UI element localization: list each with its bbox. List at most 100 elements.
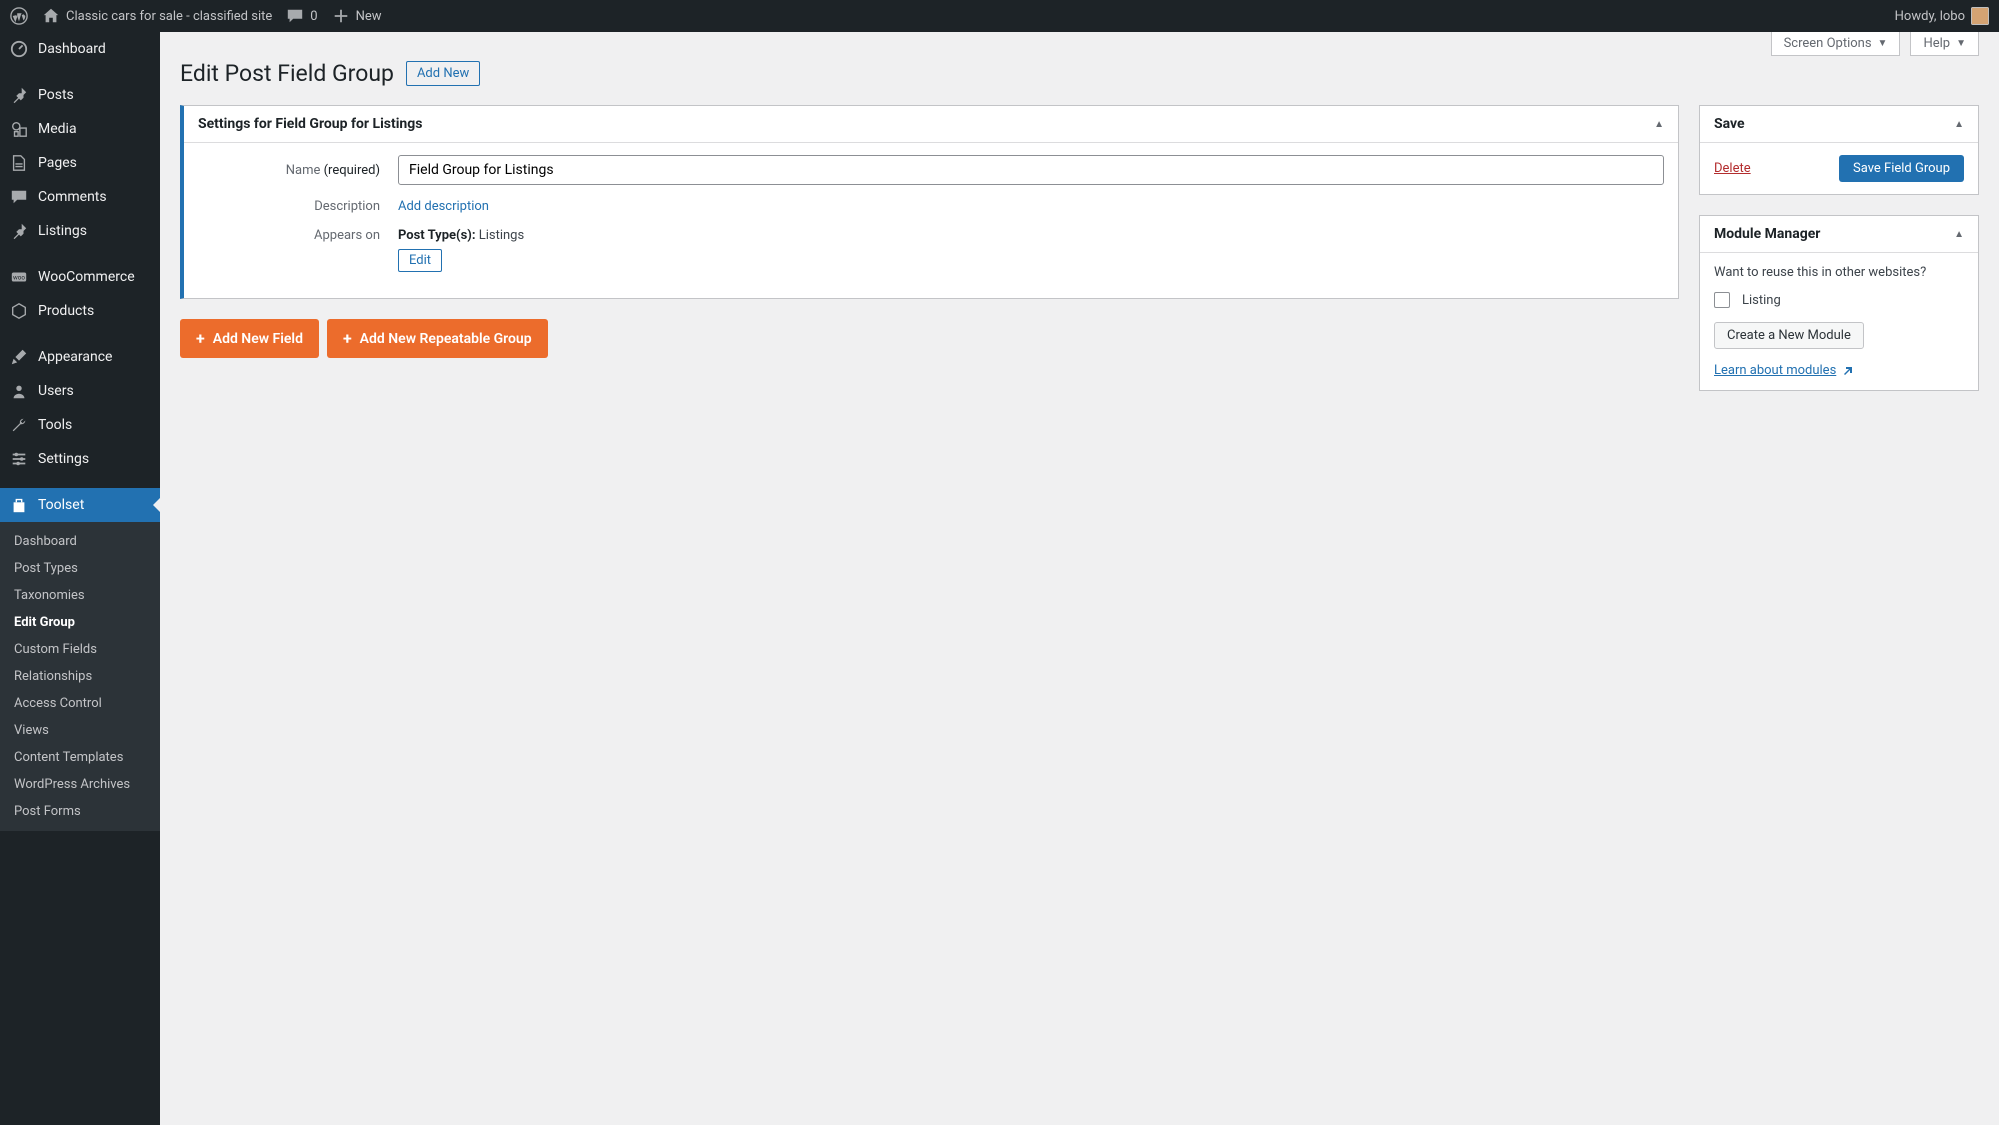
submenu-post-forms[interactable]: Post Forms	[0, 798, 160, 825]
new-label: New	[356, 9, 382, 24]
menu-label: Pages	[38, 155, 77, 171]
site-link[interactable]: Classic cars for sale - classified site	[42, 7, 272, 25]
woo-icon: woo	[10, 268, 28, 286]
add-new-button[interactable]: Add New	[406, 61, 480, 86]
wordpress-logo-icon[interactable]	[10, 7, 28, 25]
edit-appears-button[interactable]: Edit	[398, 249, 442, 272]
tab-label: Screen Options	[1784, 36, 1872, 51]
submenu-custom-fields[interactable]: Custom Fields	[0, 636, 160, 663]
menu-label: Posts	[38, 87, 74, 103]
toolset-submenu: Dashboard Post Types Taxonomies Edit Gro…	[0, 522, 160, 831]
name-input[interactable]	[398, 155, 1664, 185]
menu-products[interactable]: Products	[0, 294, 160, 328]
menu-posts[interactable]: Posts	[0, 78, 160, 112]
pin-icon	[10, 222, 28, 240]
menu-toolset[interactable]: Toolset	[0, 488, 160, 522]
settings-panel-header[interactable]: Settings for Field Group for Listings ▲	[184, 106, 1678, 143]
plus-icon: +	[343, 329, 352, 348]
add-description-link[interactable]: Add description	[398, 199, 489, 214]
top-tabs: Screen Options ▼ Help ▼	[1771, 32, 1979, 56]
admin-bar: Classic cars for sale - classified site …	[0, 0, 1999, 32]
comment-icon	[286, 7, 304, 25]
toolset-icon	[10, 496, 28, 514]
submenu-dashboard[interactable]: Dashboard	[0, 528, 160, 555]
save-field-group-button[interactable]: Save Field Group	[1839, 155, 1964, 182]
create-module-button[interactable]: Create a New Module	[1714, 322, 1864, 349]
add-new-field-button[interactable]: + Add New Field	[180, 319, 319, 358]
menu-label: Appearance	[38, 349, 112, 365]
admin-sidebar: Dashboard Posts Media Pages Comments Lis…	[0, 32, 160, 1125]
submenu-taxonomies[interactable]: Taxonomies	[0, 582, 160, 609]
post-types-value: Listings	[479, 228, 524, 243]
comments-link[interactable]: 0	[286, 7, 317, 25]
menu-label: Comments	[38, 189, 107, 205]
menu-dashboard[interactable]: Dashboard	[0, 32, 160, 66]
menu-woocommerce[interactable]: woo WooCommerce	[0, 260, 160, 294]
submenu-wp-archives[interactable]: WordPress Archives	[0, 771, 160, 798]
page-title: Edit Post Field Group Add New	[180, 60, 1979, 87]
menu-label: Products	[38, 303, 94, 319]
learn-about-modules-link[interactable]: Learn about modules	[1714, 363, 1854, 378]
chevron-down-icon: ▼	[1956, 38, 1966, 49]
panel-title: Settings for Field Group for Listings	[198, 116, 422, 132]
svg-text:woo: woo	[13, 274, 25, 282]
submenu-content-templates[interactable]: Content Templates	[0, 744, 160, 771]
brush-icon	[10, 348, 28, 366]
module-panel-header[interactable]: Module Manager ▲	[1700, 216, 1978, 253]
module-intro: Want to reuse this in other websites?	[1714, 265, 1964, 280]
menu-pages[interactable]: Pages	[0, 146, 160, 180]
menu-media[interactable]: Media	[0, 112, 160, 146]
comments-count: 0	[310, 9, 317, 24]
appears-label: Appears on	[198, 228, 398, 243]
listing-checkbox[interactable]	[1714, 292, 1730, 308]
add-new-repeatable-group-button[interactable]: + Add New Repeatable Group	[327, 319, 548, 358]
user-icon	[10, 382, 28, 400]
tab-label: Help	[1923, 36, 1950, 51]
media-icon	[10, 120, 28, 138]
greeting-text: Howdy, lobo	[1895, 9, 1965, 24]
page-title-text: Edit Post Field Group	[180, 60, 394, 87]
link-label: Learn about modules	[1714, 363, 1836, 378]
menu-tools[interactable]: Tools	[0, 408, 160, 442]
new-link[interactable]: New	[332, 7, 382, 25]
help-tab[interactable]: Help ▼	[1910, 32, 1979, 56]
menu-label: WooCommerce	[38, 269, 135, 285]
menu-label: Settings	[38, 451, 89, 467]
avatar	[1971, 7, 1989, 25]
settings-panel: Settings for Field Group for Listings ▲ …	[180, 105, 1679, 299]
product-icon	[10, 302, 28, 320]
sliders-icon	[10, 450, 28, 468]
menu-label: Dashboard	[38, 41, 106, 57]
submenu-relationships[interactable]: Relationships	[0, 663, 160, 690]
panel-title: Module Manager	[1714, 226, 1820, 242]
plus-icon	[332, 7, 350, 25]
home-icon	[42, 7, 60, 25]
description-label: Description	[198, 199, 398, 214]
menu-listings[interactable]: Listings	[0, 214, 160, 248]
collapse-icon: ▲	[1954, 229, 1964, 240]
external-link-icon	[1842, 365, 1854, 377]
menu-users[interactable]: Users	[0, 374, 160, 408]
submenu-views[interactable]: Views	[0, 717, 160, 744]
menu-label: Users	[38, 383, 74, 399]
user-greeting[interactable]: Howdy, lobo	[1895, 7, 1989, 25]
pin-icon	[10, 86, 28, 104]
submenu-access-control[interactable]: Access Control	[0, 690, 160, 717]
name-label: Name (required)	[198, 163, 398, 178]
menu-appearance[interactable]: Appearance	[0, 340, 160, 374]
menu-comments[interactable]: Comments	[0, 180, 160, 214]
save-panel: Save ▲ Delete Save Field Group	[1699, 105, 1979, 195]
dashboard-icon	[10, 40, 28, 58]
menu-label: Toolset	[38, 497, 84, 513]
submenu-edit-group[interactable]: Edit Group	[0, 609, 160, 636]
save-panel-header[interactable]: Save ▲	[1700, 106, 1978, 143]
screen-options-tab[interactable]: Screen Options ▼	[1771, 32, 1901, 56]
menu-label: Tools	[38, 417, 72, 433]
submenu-post-types[interactable]: Post Types	[0, 555, 160, 582]
button-label: Add New Field	[213, 331, 303, 347]
delete-link[interactable]: Delete	[1714, 161, 1751, 176]
module-manager-panel: Module Manager ▲ Want to reuse this in o…	[1699, 215, 1979, 391]
pages-icon	[10, 154, 28, 172]
site-name: Classic cars for sale - classified site	[66, 9, 272, 24]
menu-settings[interactable]: Settings	[0, 442, 160, 476]
